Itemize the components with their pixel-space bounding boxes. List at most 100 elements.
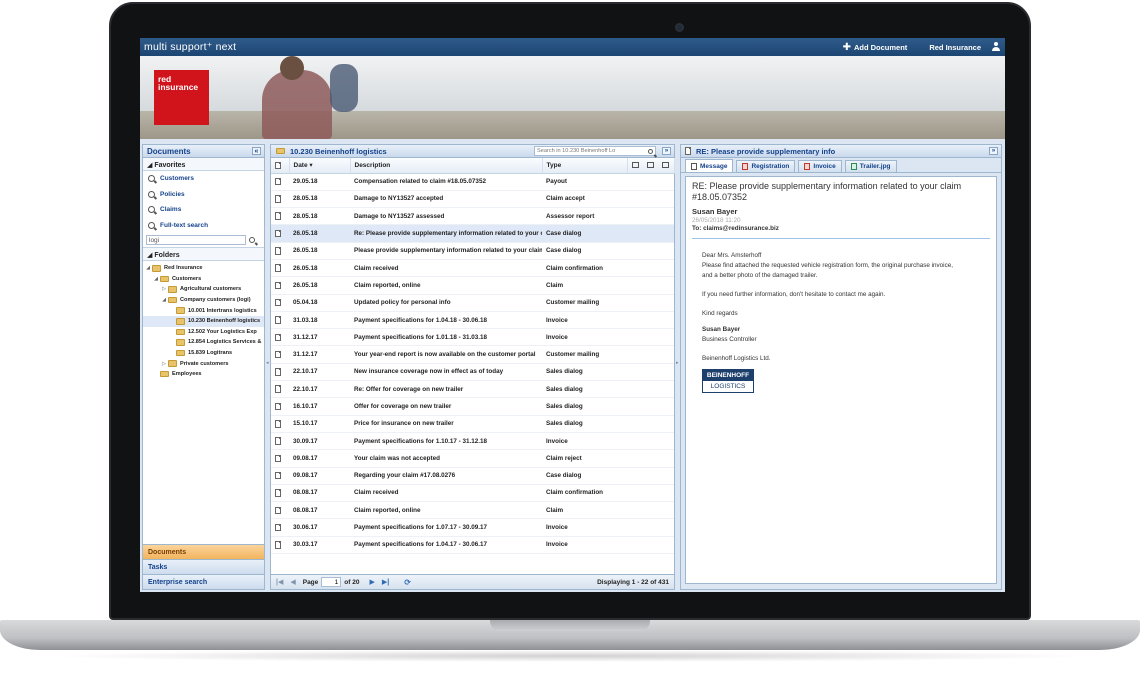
document-search-input[interactable]: Search in 10.230 Beinenhoff Lo [534, 146, 656, 156]
expand-icon[interactable]: ▷ [161, 361, 167, 367]
tree-node[interactable]: ◢ Red Insurance [143, 263, 264, 274]
document-icon [275, 368, 281, 376]
row-type: Case dialog [542, 224, 627, 243]
tab-invoice[interactable]: Invoice [798, 160, 842, 172]
row-icon-cell [271, 380, 289, 399]
expand-icon[interactable]: ◢ [145, 265, 151, 271]
table-row[interactable]: 30.06.17 Payment specifications for 1.07.… [271, 518, 674, 537]
folder-icon [176, 307, 185, 314]
table-row[interactable]: 31.12.17 Payment specifications for 1.01.… [271, 328, 674, 347]
favorite-item[interactable]: Policies [143, 187, 264, 203]
tree-node[interactable]: 10.001 Intertrans logistics [143, 305, 264, 316]
table-row[interactable]: 08.08.17 Claim received Claim confirmation [271, 484, 674, 503]
table-row[interactable]: 26.05.18 Please provide supplementary inf… [271, 242, 674, 260]
favorite-item[interactable]: Customers [143, 171, 264, 187]
comment-icon[interactable] [661, 162, 669, 169]
row-actions [627, 449, 674, 468]
expand-icon[interactable]: ▷ [161, 286, 167, 292]
folder-search-input[interactable] [146, 235, 246, 245]
document-icon [275, 212, 281, 220]
row-date: 30.03.17 [289, 536, 350, 555]
row-actions [627, 467, 674, 485]
table-row[interactable]: 26.05.18 Claim reported, online Claim [271, 276, 674, 295]
table-row[interactable]: 15.10.17 Price for insurance on new trail… [271, 415, 674, 433]
favorite-item[interactable]: Claims [143, 202, 264, 218]
folder-icon [176, 339, 185, 346]
first-page-icon[interactable]: |◀ [276, 578, 283, 586]
table-row[interactable]: 31.12.17 Your year-end report is now avai… [271, 345, 674, 364]
next-page-icon[interactable]: ▶ [369, 578, 374, 586]
collapse-left-button[interactable]: « [252, 147, 261, 155]
table-row[interactable]: 30.03.17 Payment specifications for 1.04.… [271, 536, 674, 555]
user-icon[interactable] [991, 42, 1001, 52]
message-panel-header: RE: Please provide supplementary info » [681, 145, 1001, 158]
table-row[interactable]: 09.08.17 Regarding your claim #17.08.0276… [271, 467, 674, 485]
table-row[interactable]: 22.10.17 New insurance coverage now in ef… [271, 363, 674, 382]
tree-node[interactable]: Employees [143, 369, 264, 380]
table-row[interactable]: 05.04.18 Updated policy for personal info… [271, 294, 674, 312]
prev-page-icon[interactable]: ◀ [290, 578, 295, 586]
table-row[interactable]: 31.03.18 Payment specifications for 1.04.… [271, 311, 674, 330]
collapse-right-button[interactable]: » [989, 147, 998, 155]
folder-icon [168, 296, 177, 304]
documents-panel: Documents « ◢ Favorites Customers Policie… [142, 144, 265, 590]
signature-logo: BEINENHOFF LOGISTICS [702, 369, 754, 393]
favorite-item[interactable]: Full-text search [143, 218, 264, 234]
expand-icon[interactable]: ◢ [161, 297, 167, 303]
laptop-notch [490, 620, 650, 631]
table-row[interactable]: 29.05.18 Compensation related to claim #1… [271, 173, 674, 191]
column-type[interactable]: Type [542, 158, 628, 174]
table-row[interactable]: 16.10.17 Offer for coverage on new traile… [271, 397, 674, 416]
table-row[interactable]: 28.05.18 Damage to NY13527 assessed Assess… [271, 207, 674, 226]
add-document-button[interactable]: ✚ Add Document [843, 42, 908, 53]
tree-node[interactable]: 12.502 Your Logistics Exp [143, 327, 264, 338]
tree-node[interactable]: 12.854 Logistics Services & [143, 337, 264, 348]
list-icon[interactable] [646, 162, 654, 169]
documents-panel-header: Documents « [143, 145, 264, 158]
favorites-header[interactable]: ◢ Favorites [143, 158, 264, 171]
tab-message[interactable]: Message [685, 159, 734, 172]
table-row[interactable]: 26.05.18 Re: Please provide supplementary… [271, 224, 674, 243]
row-icon-cell [271, 190, 289, 209]
tree-node-label: Employees [172, 371, 202, 378]
tree-node[interactable]: ◢ Customers [143, 274, 264, 285]
expand-button[interactable]: » [662, 147, 671, 155]
tree-node[interactable]: ◢ Company customers (logi) [143, 295, 264, 306]
splitter-left-icon[interactable]: ◂ [266, 360, 270, 366]
folders-label: Folders [154, 252, 180, 259]
last-page-icon[interactable]: ▶| [382, 578, 389, 586]
expand-icon[interactable]: ◢ [153, 276, 159, 282]
row-actions [627, 345, 674, 364]
user-name[interactable]: Red Insurance [929, 43, 981, 52]
message-sender: Susan Bayer [692, 207, 738, 216]
accordion-item[interactable]: Enterprise search [143, 574, 264, 589]
tree-node[interactable]: ▷ Agricultural customers [143, 284, 264, 295]
search-icon[interactable] [249, 237, 255, 243]
table-row[interactable]: 22.10.17 Re: Offer for coverage on new tr… [271, 380, 674, 399]
accordion-item[interactable]: Tasks [143, 559, 264, 574]
tree-node[interactable]: ▷ Private customers [143, 358, 264, 369]
document-icon [275, 177, 281, 186]
tab-trailer-jpg[interactable]: Trailer.jpg [844, 160, 897, 172]
table-row[interactable]: 08.08.17 Claim reported, online Claim [271, 501, 674, 520]
logo-text: red insurance [158, 74, 199, 92]
folders-header[interactable]: ◢ Folders [143, 248, 264, 261]
table-row[interactable]: 30.09.17 Payment specifications for 1.10.… [271, 432, 674, 451]
page-input[interactable] [321, 577, 342, 587]
tree-node[interactable]: 15.839 Logitrans [143, 348, 264, 359]
row-icon-cell [271, 224, 289, 243]
accordion-item[interactable]: Documents [143, 544, 264, 559]
refresh-icon[interactable]: ⟳ [404, 578, 411, 587]
tree-node[interactable]: 10.230 Beinenhoff logistics [143, 315, 264, 327]
table-row[interactable]: 28.05.18 Damage to NY13527 accepted Claim … [271, 190, 674, 209]
table-row[interactable]: 26.05.18 Claim received Claim confirmation [271, 259, 674, 278]
table-row[interactable]: 09.08.17 Your claim was not accepted Claim… [271, 449, 674, 468]
row-type: Invoice [542, 311, 627, 330]
column-date[interactable]: Date ▾ [289, 158, 351, 174]
folder-icon[interactable] [631, 162, 639, 169]
logo-top: BEINENHOFF [703, 370, 753, 381]
column-description[interactable]: Description [350, 158, 543, 174]
tab-registration[interactable]: Registration [736, 160, 796, 172]
search-icon[interactable] [648, 148, 653, 154]
message-date: 26/05/2018 11:20 [692, 217, 741, 224]
